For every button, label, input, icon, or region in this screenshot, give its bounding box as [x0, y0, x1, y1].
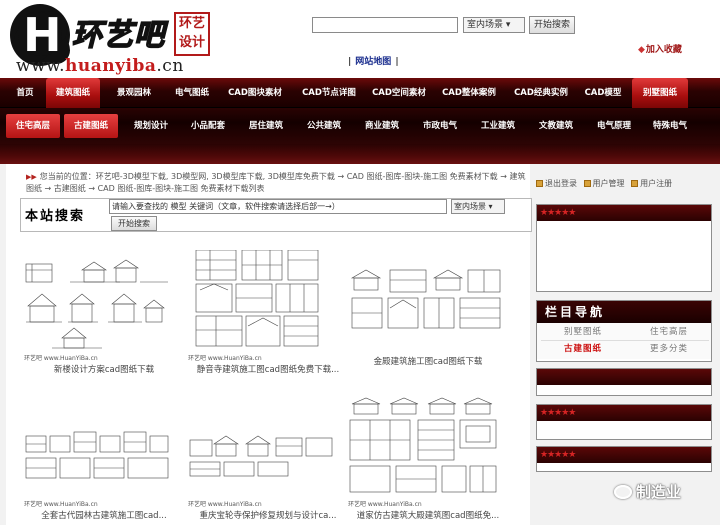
nav-cad-models[interactable]: CAD模型: [578, 78, 628, 108]
subnav-residential[interactable]: 住宅高层: [6, 114, 60, 138]
site-search-title: 本站搜索: [25, 209, 86, 224]
site-search-button[interactable]: 开始搜索: [111, 216, 157, 231]
sidebar-category-nav: 栏目导航 别墅图纸 住宅高层 古建图纸 更多分类: [536, 300, 712, 362]
subnav-landscape-items[interactable]: 小品配套: [182, 114, 234, 138]
drawing-thumbnail[interactable]: 环艺吧 www.HuanYiBa.cn 新楼设计方案cad图纸下载: [22, 250, 172, 375]
site-search-input[interactable]: 请输入要查找的 模型 关键词（文章，软件搜索请选择后部一→）: [109, 199, 447, 214]
thumbnail-watermark: 环艺吧 www.HuanYiBa.cn: [24, 501, 98, 508]
subnav-industrial-buildings[interactable]: 工业建筑: [472, 114, 524, 138]
category-residential[interactable]: 住宅高层: [629, 325, 709, 340]
thumbnail-watermark: 环艺吧 www.HuanYiBa.cn: [188, 501, 262, 508]
breadcrumb-path[interactable]: 环艺吧-3D模型下载, 3D模型网, 3D模型库下载, 3D模型库免费下载 → …: [26, 172, 525, 193]
favorite-icon: ◆: [638, 45, 645, 55]
nav-cad-details[interactable]: CAD节点详图: [294, 78, 364, 108]
rating-stars: ★★★★★: [537, 447, 711, 463]
nav-home[interactable]: 首页: [8, 78, 42, 108]
site-search-scope-select[interactable]: 室内场景 ▾: [451, 199, 505, 214]
site-logo[interactable]: H 环艺吧 环艺 设计 www.huanyiba.cn: [4, 2, 214, 76]
wechat-watermark: 制造业: [614, 481, 716, 503]
logout-link[interactable]: 退出登录: [536, 179, 577, 188]
drawing-thumbnail[interactable]: 环艺吧 www.HuanYiBa.cn 道家仿古建筑大殿建筑图cad图纸免...: [346, 396, 499, 521]
site-search-box: 本站搜索 请输入要查找的 模型 关键词（文章，软件搜索请选择后部一→） 室内场景…: [20, 198, 532, 232]
sidebar: 退出登录 用户管理 用户注册 ★★★★★ 栏目导航 别墅图纸 住宅高层 古建图纸…: [534, 164, 714, 525]
top-search-scope-select[interactable]: 室内场景 ▾: [463, 17, 525, 33]
nav-cad-blocks[interactable]: CAD图块素材: [222, 78, 288, 108]
rating-stars: ★★★★★: [537, 205, 711, 221]
thumbnail-caption[interactable]: 全套古代园林古建筑施工图cad...: [24, 509, 184, 521]
subnav-municipal-electrical[interactable]: 市政电气: [414, 114, 466, 138]
sitemap-link[interactable]: 网站地图: [348, 54, 399, 67]
add-favorite-link[interactable]: ◆加入收藏: [638, 42, 682, 55]
subnav-commercial-buildings[interactable]: 商业建筑: [356, 114, 408, 138]
cad-drawing-image: [350, 269, 501, 329]
cad-drawing-image: [25, 259, 168, 349]
nav-cad-cases[interactable]: CAD整体案例: [434, 78, 504, 108]
subnav-electrical-principles[interactable]: 电气原理: [588, 114, 640, 138]
subnav-education-buildings[interactable]: 文教建筑: [530, 114, 582, 138]
sidebar-panel-2: [536, 368, 712, 396]
thumbnail-caption[interactable]: 静音寺建筑施工图cad图纸免费下载...: [188, 363, 348, 375]
header-band: [0, 144, 720, 164]
cad-drawing-image: [189, 435, 333, 477]
logo-url: www.huanyiba.cn: [16, 56, 184, 76]
thumbnail-watermark: 环艺吧 www.HuanYiBa.cn: [24, 355, 98, 362]
divider: [541, 340, 709, 341]
sidebar-panel-recommend: ★★★★★: [536, 204, 712, 292]
nav-villa-drawings[interactable]: 别墅图纸: [632, 78, 688, 108]
cad-drawing-image: [195, 250, 319, 347]
rating-stars: ★★★★★: [537, 405, 711, 421]
breadcrumb: ▶▶ 您当前的位置：环艺吧-3D模型下载, 3D模型网, 3D模型库下载, 3D模…: [26, 171, 531, 195]
subnav-special-electrical[interactable]: 特殊电气: [644, 114, 696, 138]
nav-cad-space[interactable]: CAD空间素材: [366, 78, 432, 108]
thumbnail-caption[interactable]: 金殿建筑施工图cad图纸下载: [348, 355, 508, 367]
register-icon: [631, 180, 639, 187]
drawing-thumbnail[interactable]: 环艺吧 www.HuanYiBa.cn 静音寺建筑施工图cad图纸免费下载...: [186, 250, 339, 375]
drawing-thumbnail[interactable]: 环艺吧 www.HuanYiBa.cn 重庆宝轮寺保护修复规划与设计ca...: [186, 396, 337, 521]
sidebar-panel-4: ★★★★★: [536, 446, 712, 472]
category-more[interactable]: 更多分类: [629, 342, 709, 357]
user-links: 退出登录 用户管理 用户注册: [536, 178, 714, 189]
secondary-nav: 住宅高层 古建图纸 规划设计 小品配套 居住建筑 公共建筑 商业建筑 市政电气 …: [0, 108, 720, 144]
drawing-thumbnail[interactable]: 金殿建筑施工图cad图纸下载: [346, 264, 501, 369]
thumbnail-watermark: 环艺吧 www.HuanYiBa.cn: [348, 501, 422, 508]
top-search-button[interactable]: 开始搜索: [529, 16, 575, 34]
thumbnail-caption[interactable]: 重庆宝轮寺保护修复规划与设计ca...: [188, 509, 348, 521]
user-manage-link[interactable]: 用户管理: [583, 179, 625, 188]
main-content: ▶▶ 您当前的位置：环艺吧-3D模型下载, 3D模型网, 3D模型库下载, 3D模…: [6, 164, 532, 525]
breadcrumb-lead: 您当前的位置：: [39, 172, 96, 181]
register-link[interactable]: 用户注册: [631, 179, 672, 188]
logo-chinese-text: 环艺吧: [71, 17, 165, 54]
subnav-public-buildings[interactable]: 公共建筑: [298, 114, 350, 138]
top-search-input[interactable]: [312, 17, 458, 33]
nav-architecture-drawings[interactable]: 建筑图纸: [46, 78, 100, 108]
logout-icon: [536, 180, 543, 187]
subnav-planning[interactable]: 规划设计: [124, 114, 178, 138]
thumbnail-caption[interactable]: 新楼设计方案cad图纸下载: [24, 363, 184, 375]
sidebar-panel-3: ★★★★★: [536, 404, 712, 440]
panel-header: [537, 369, 711, 385]
site-header: H 环艺吧 环艺设计 www.huanyiba.cn 室内场景 ▾ 开始搜索 网…: [0, 0, 720, 78]
drawing-thumbnail[interactable]: 环艺吧 www.HuanYiBa.cn 全套古代园林古建筑施工图cad...: [22, 396, 172, 521]
cad-drawing-image: [25, 431, 169, 479]
category-nav-title: 栏目导航: [537, 301, 711, 323]
subnav-ancient-architecture[interactable]: 古建图纸: [64, 114, 118, 138]
cad-drawing-image: [349, 397, 497, 493]
user-manage-icon: [583, 180, 591, 187]
nav-landscape[interactable]: 景观园林: [106, 78, 162, 108]
thumbnail-caption[interactable]: 道家仿古建筑大殿建筑图cad图纸免...: [348, 509, 508, 521]
category-villa[interactable]: 别墅图纸: [543, 325, 623, 340]
nav-electrical[interactable]: 电气图纸: [164, 78, 220, 108]
subnav-living-buildings[interactable]: 居住建筑: [240, 114, 292, 138]
breadcrumb-arrow-icon: ▶▶: [26, 173, 37, 181]
nav-cad-classic[interactable]: CAD经典实例: [506, 78, 576, 108]
thumbnail-watermark: 环艺吧 www.HuanYiBa.cn: [188, 355, 262, 362]
category-ancient-architecture[interactable]: 古建图纸: [543, 342, 623, 357]
primary-nav: 首页 建筑图纸 景观园林 电气图纸 CAD图块素材 CAD节点详图 CAD空间素…: [0, 78, 720, 108]
category-nav-grid: 别墅图纸 住宅高层 古建图纸 更多分类: [537, 323, 711, 359]
logo-seal-stamp: 环艺 设计: [174, 12, 210, 56]
wechat-icon: [614, 485, 632, 499]
